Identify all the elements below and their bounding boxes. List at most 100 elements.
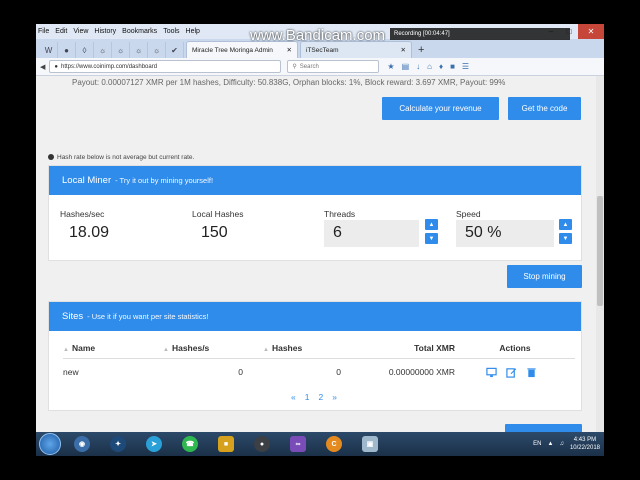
stop-mining-button[interactable]: Stop mining	[507, 265, 582, 288]
speed-up-button[interactable]: ▲	[559, 219, 572, 230]
speed-label: Speed	[456, 209, 481, 219]
pinned-tab[interactable]: ☼	[148, 42, 166, 58]
menu-tools[interactable]: Tools	[163, 28, 179, 35]
hashes-sec-label: Hashes/sec	[60, 209, 105, 219]
new-tab-button[interactable]: +	[418, 41, 424, 58]
network-icon[interactable]: ▲	[548, 441, 554, 447]
start-button[interactable]	[39, 433, 61, 455]
trash-icon[interactable]	[526, 367, 537, 378]
url-bar[interactable]: ● https://www.coinimp.com/dashboard	[49, 60, 282, 73]
taskbar-visual-studio[interactable]: ∞	[283, 433, 313, 455]
taskbar-app[interactable]: ●	[247, 433, 277, 455]
app-icon: ✦	[110, 436, 126, 452]
pager-prev[interactable]: «	[291, 392, 296, 402]
column-label: Total XMR	[414, 342, 455, 353]
threads-up-button[interactable]: ▲	[425, 219, 438, 230]
pinned-tab[interactable]: ☼	[130, 42, 148, 58]
taskbar-telegram[interactable]: ➤	[139, 433, 169, 455]
extension-icon[interactable]: ♦	[439, 62, 443, 71]
library-icon[interactable]: ▤	[402, 62, 410, 71]
menu-file[interactable]: File	[38, 28, 49, 35]
sort-icon: ▲	[63, 346, 69, 353]
calculate-revenue-button[interactable]: Calculate your revenue	[382, 97, 499, 120]
url-text: https://www.coinimp.com/dashboard	[61, 63, 158, 70]
pager-page-2[interactable]: 2	[318, 392, 323, 402]
threads-field[interactable]: 6	[324, 220, 419, 247]
nav-bar: ◀ ● https://www.coinimp.com/dashboard ⚲ …	[36, 58, 604, 76]
menu-icon[interactable]: ☰	[462, 62, 469, 71]
bookmark-star-icon[interactable]: ★	[387, 62, 394, 71]
note-text: Hash rate below is not average but curre…	[57, 154, 195, 161]
sites-panel: Sites - Use it if you want per site stat…	[48, 301, 582, 411]
column-hashes-s[interactable]: ▲ Hashes/s	[163, 338, 263, 359]
clock[interactable]: 4:43 PM 10/22/2018	[570, 436, 600, 452]
column-label: Hashes	[271, 342, 303, 353]
lock-icon: ●	[54, 63, 59, 70]
speed-down-button[interactable]: ▼	[559, 233, 572, 244]
taskbar-app[interactable]: ■	[211, 433, 241, 455]
pinned-tab[interactable]: ●	[58, 42, 76, 58]
info-icon	[48, 154, 54, 161]
table-row: new 0 0 0.00000000 XMR	[63, 358, 575, 386]
telegram-icon: ➤	[146, 436, 162, 452]
speed-field[interactable]: 50 %	[456, 220, 554, 247]
column-actions: Actions	[455, 338, 575, 359]
app-icon: ▣	[362, 436, 378, 452]
close-tab-icon[interactable]: ✕	[401, 46, 406, 54]
column-hashes[interactable]: ▲ Hashes	[263, 338, 353, 359]
threads-label: Threads	[324, 209, 356, 219]
pinned-tab[interactable]: ✔	[166, 42, 184, 58]
taskbar-app[interactable]: ▣	[355, 433, 385, 455]
close-tab-icon[interactable]: ✕	[287, 46, 292, 54]
threads-down-button[interactable]: ▼	[425, 233, 438, 244]
column-total-xmr[interactable]: Total XMR	[353, 338, 455, 359]
hashes-sec-value: 18.09	[69, 224, 110, 241]
app-icon: C	[326, 436, 342, 452]
column-label: Hashes/s	[171, 342, 210, 353]
column-name[interactable]: ▲ Name	[63, 338, 163, 359]
monitor-icon[interactable]	[485, 367, 497, 378]
pagination: « 1 2 »	[291, 392, 337, 402]
menu-edit[interactable]: Edit	[55, 28, 67, 35]
pager-page-1[interactable]: 1	[305, 392, 310, 402]
search-input[interactable]: ⚲ Search	[287, 60, 380, 73]
threads-value: 6	[333, 224, 342, 241]
search-icon: ⚲	[292, 64, 297, 70]
recording-bar: Recording [00:04:47]	[390, 28, 570, 40]
taskbar-app[interactable]: C	[319, 433, 349, 455]
tab-title: iTSecTeam	[306, 46, 339, 54]
pinned-tab[interactable]: ☼	[112, 42, 130, 58]
clock-time: 4:43 PM	[573, 437, 597, 443]
language-indicator[interactable]: EN	[533, 441, 541, 447]
taskbar-firefox[interactable]: ◉	[67, 433, 97, 455]
pager-next[interactable]: »	[332, 392, 337, 402]
home-icon[interactable]: ⌂	[427, 62, 432, 71]
scrollbar-thumb[interactable]	[597, 196, 603, 306]
back-icon[interactable]: ◀	[40, 63, 45, 71]
pinned-tab[interactable]: W	[40, 42, 58, 58]
firefox-icon: ◉	[74, 436, 90, 452]
menu-view[interactable]: View	[73, 28, 88, 35]
pinned-tab[interactable]: ◊	[76, 42, 94, 58]
volume-icon[interactable]: ♫	[559, 441, 564, 447]
get-code-button[interactable]: Get the code	[508, 97, 581, 120]
whatsapp-icon: ☎	[182, 436, 198, 452]
close-button[interactable]: ✕	[578, 24, 604, 39]
taskbar-app[interactable]: ✦	[103, 433, 133, 455]
recording-text: Recording [00:04:47]	[394, 31, 450, 37]
menu-bookmarks[interactable]: Bookmarks	[122, 28, 157, 35]
panel-title: Sites	[62, 311, 84, 322]
menu-history[interactable]: History	[94, 28, 116, 35]
site-total-xmr: 0.00000000 XMR	[388, 367, 455, 378]
menu-help[interactable]: Help	[186, 28, 200, 35]
pinned-tab[interactable]: ☼	[94, 42, 112, 58]
site-name: new	[63, 367, 79, 378]
extension-icon[interactable]: ■	[450, 62, 455, 71]
download-icon[interactable]: ↓	[416, 62, 420, 71]
edit-icon[interactable]	[506, 367, 517, 378]
system-tray: EN ▲ ♫ 4:43 PM 10/22/2018	[533, 432, 600, 456]
taskbar-whatsapp[interactable]: ☎	[175, 433, 205, 455]
hashrate-note: Hash rate below is not average but curre…	[48, 154, 194, 161]
search-placeholder: Search	[299, 63, 319, 70]
scrollbar[interactable]	[596, 76, 604, 456]
